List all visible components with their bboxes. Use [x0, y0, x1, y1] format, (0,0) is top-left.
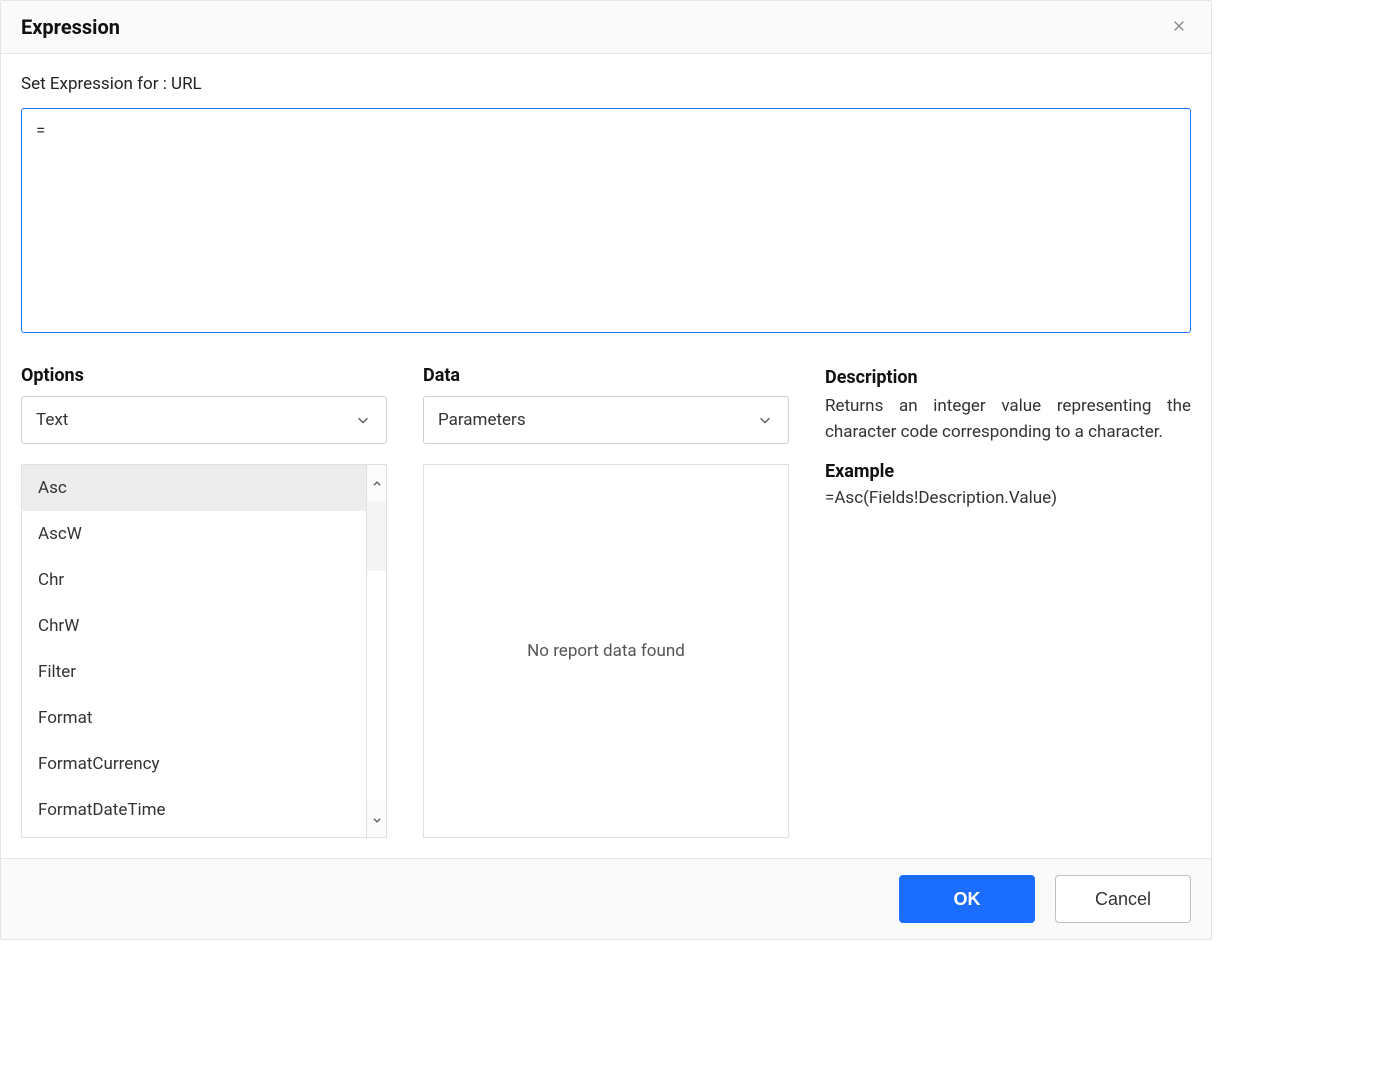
data-dropdown[interactable]: Parameters [423, 396, 789, 444]
options-listbox: Asc AscW Chr ChrW Filter Format FormatCu… [22, 465, 366, 837]
set-expression-label: Set Expression for : URL [21, 74, 1191, 94]
scroll-thumb[interactable] [367, 501, 386, 571]
expression-input[interactable] [21, 108, 1191, 333]
list-item-label: FormatCurrency [38, 754, 160, 774]
description-column: Description Returns an integer value rep… [825, 365, 1191, 838]
list-item-label: Format [38, 708, 92, 728]
description-text: Returns an integer value representing th… [825, 394, 1191, 445]
options-label: Options [21, 365, 387, 386]
list-item-label: ChrW [38, 616, 79, 636]
chevron-down-icon [354, 411, 372, 429]
cancel-button[interactable]: Cancel [1055, 875, 1191, 923]
data-panel: No report data found [423, 464, 789, 838]
ok-button-label: OK [954, 889, 981, 910]
columns-container: Options Text Asc AscW Chr ChrW Filter Fo… [21, 365, 1191, 838]
list-item-label: FormatDateTime [38, 800, 166, 820]
list-item-label: Filter [38, 662, 76, 682]
dialog-title: Expression [21, 15, 120, 39]
options-column: Options Text Asc AscW Chr ChrW Filter Fo… [21, 365, 387, 838]
options-dropdown[interactable]: Text [21, 396, 387, 444]
ok-button[interactable]: OK [899, 875, 1035, 923]
scroll-up-button[interactable] [367, 465, 386, 501]
example-text: =Asc(Fields!Description.Value) [825, 488, 1191, 508]
options-item-ascw[interactable]: AscW [22, 511, 366, 557]
description-panel: Description Returns an integer value rep… [825, 365, 1191, 508]
list-item-label: Chr [38, 570, 64, 590]
options-dropdown-value: Text [36, 410, 68, 430]
options-item-chrw[interactable]: ChrW [22, 603, 366, 649]
scroll-down-button[interactable] [367, 801, 386, 837]
data-empty-message: No report data found [527, 641, 685, 661]
options-item-asc[interactable]: Asc [22, 465, 366, 511]
dialog-body: Set Expression for : URL Options Text As… [1, 54, 1211, 858]
list-item-label: AscW [38, 524, 82, 544]
options-item-chr[interactable]: Chr [22, 557, 366, 603]
chevron-down-icon [372, 810, 382, 829]
list-item-label: Asc [38, 478, 67, 498]
options-scrollbar[interactable] [366, 465, 386, 837]
options-item-formatdatetime[interactable]: FormatDateTime [22, 787, 366, 833]
close-button[interactable] [1167, 15, 1191, 39]
options-item-filter[interactable]: Filter [22, 649, 366, 695]
scroll-track[interactable] [367, 501, 386, 801]
expression-dialog: Expression Set Expression for : URL Opti… [0, 0, 1212, 940]
data-dropdown-value: Parameters [438, 410, 526, 430]
options-listbox-container: Asc AscW Chr ChrW Filter Format FormatCu… [21, 464, 387, 838]
chevron-up-icon [372, 474, 382, 493]
cancel-button-label: Cancel [1095, 889, 1151, 910]
options-item-formatcurrency[interactable]: FormatCurrency [22, 741, 366, 787]
description-title: Description [825, 367, 1191, 388]
options-item-format[interactable]: Format [22, 695, 366, 741]
data-column: Data Parameters No report data found [423, 365, 789, 838]
chevron-down-icon [756, 411, 774, 429]
data-label: Data [423, 365, 789, 386]
dialog-header: Expression [1, 1, 1211, 54]
close-icon [1172, 17, 1186, 38]
example-title: Example [825, 461, 1191, 482]
dialog-footer: OK Cancel [1, 858, 1211, 939]
